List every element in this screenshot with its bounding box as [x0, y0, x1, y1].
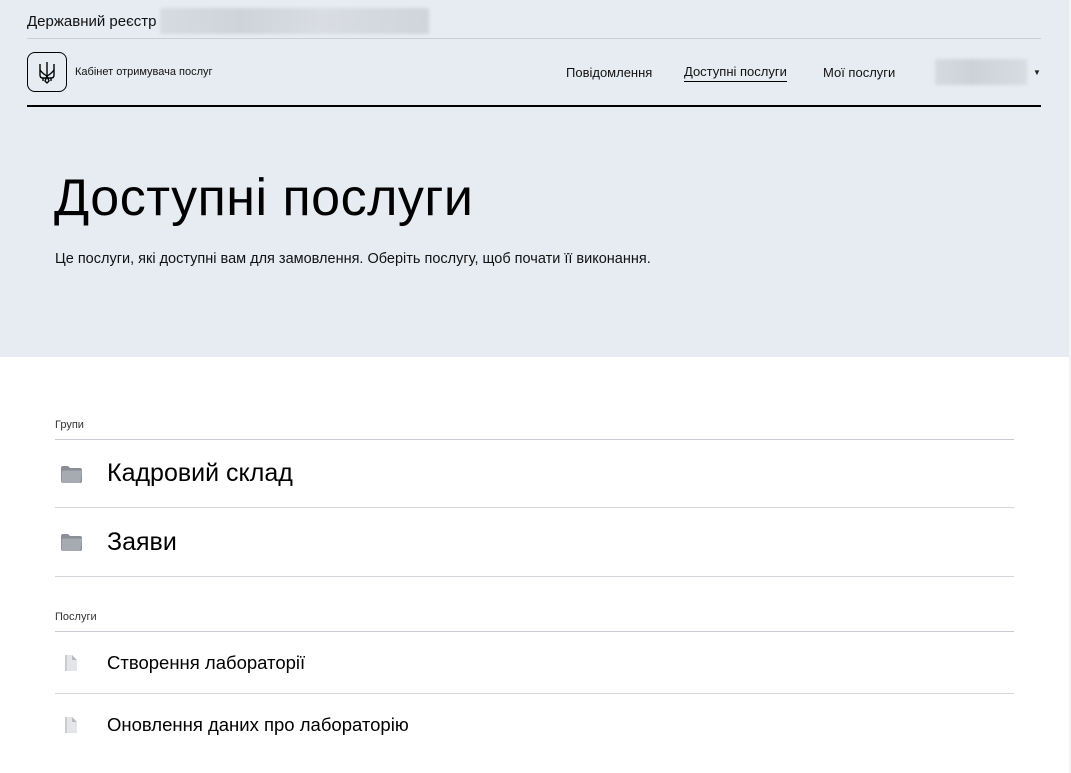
service-row-create-lab[interactable]: Створення лабораторії	[55, 632, 1014, 694]
group-name[interactable]: Кадровий склад	[107, 459, 293, 488]
cabinet-title: Кабінет отримувача послуг	[75, 66, 213, 78]
groups-section-label: Групи	[55, 419, 84, 431]
user-menu[interactable]: ▼	[935, 57, 1041, 87]
page-title: Доступні послуги	[54, 169, 474, 227]
registry-title: Державний реєстр	[27, 12, 157, 30]
group-name[interactable]: Заяви	[107, 528, 177, 557]
nav-link-notifications[interactable]: Повідомлення	[566, 65, 652, 82]
registry-name-redacted	[160, 8, 430, 34]
trident-logo[interactable]	[27, 52, 67, 92]
group-row-applications[interactable]: Заяви	[55, 508, 1014, 577]
trident-icon	[39, 62, 55, 84]
document-icon	[59, 653, 83, 673]
nav-item-notifications[interactable]: Повідомлення	[566, 39, 652, 107]
page-description: Це послуги, які доступні вам для замовле…	[55, 251, 651, 267]
folder-icon	[59, 464, 83, 484]
user-name-redacted	[935, 59, 1027, 85]
services-section-label: Послуги	[55, 611, 97, 623]
folder-icon	[59, 532, 83, 552]
nav-item-my-services[interactable]: Мої послуги	[823, 39, 895, 107]
registry-bar: Державний реєстр	[27, 4, 1041, 39]
document-icon	[59, 715, 83, 735]
nav-link-my-services[interactable]: Мої послуги	[823, 65, 895, 82]
service-name[interactable]: Оновлення даних про лабораторію	[107, 714, 409, 736]
chevron-down-icon[interactable]: ▼	[1033, 68, 1041, 77]
service-row-update-lab[interactable]: Оновлення даних про лабораторію	[55, 694, 1014, 756]
top-navbar: Кабінет отримувача послуг Повідомлення Д…	[27, 39, 1041, 107]
service-name[interactable]: Створення лабораторії	[107, 652, 305, 674]
nav-link-available-services[interactable]: Доступні послуги	[684, 64, 787, 82]
nav-item-available-services[interactable]: Доступні послуги	[684, 39, 787, 107]
group-row-staff[interactable]: Кадровий склад	[55, 440, 1014, 508]
